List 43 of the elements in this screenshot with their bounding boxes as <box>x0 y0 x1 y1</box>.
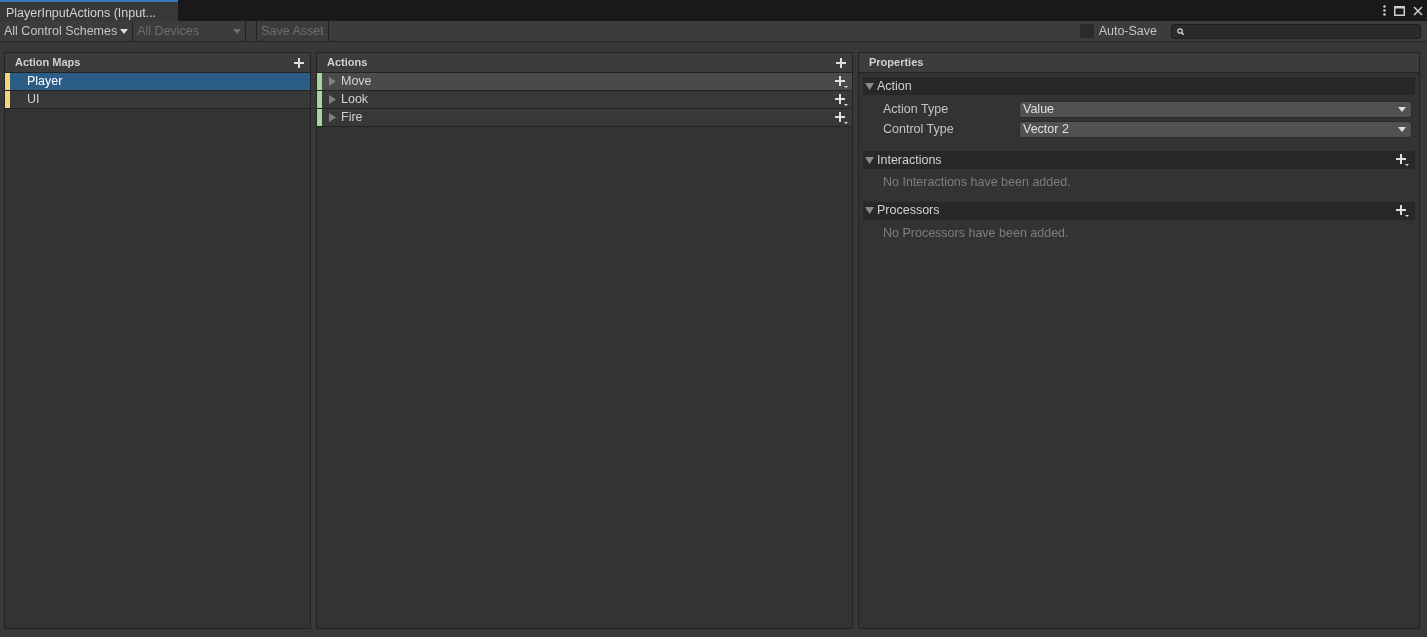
caret-icon[interactable] <box>120 28 129 34</box>
more-icon[interactable] <box>1383 5 1386 16</box>
field-label: Action Type <box>883 100 950 118</box>
add-dropdown-icon[interactable] <box>1396 204 1409 217</box>
empty-message: No Interactions have been added. <box>882 174 1072 191</box>
section-title: Action <box>877 77 912 95</box>
section-header[interactable]: Action <box>863 77 1415 95</box>
section-header[interactable]: Interactions <box>863 151 1415 169</box>
caret-icon[interactable] <box>1398 106 1406 112</box>
panel-title: Actions <box>327 55 368 71</box>
action-item[interactable]: Move <box>317 73 852 91</box>
panel-title: Action Maps <box>15 55 81 71</box>
add-icon[interactable] <box>836 57 846 68</box>
close-icon[interactable] <box>1413 5 1423 16</box>
expand-arrow-icon[interactable] <box>865 206 874 216</box>
section-header[interactable]: Processors <box>863 201 1415 220</box>
expand-arrow-icon[interactable] <box>328 95 337 104</box>
search-icon[interactable] <box>1177 27 1184 35</box>
action-item[interactable]: Look <box>317 91 852 109</box>
maximize-icon[interactable] <box>1394 5 1405 16</box>
caret-icon[interactable] <box>1398 126 1406 132</box>
action-item[interactable]: Fire <box>317 109 852 127</box>
expand-arrow-icon[interactable] <box>865 81 874 91</box>
window-tab[interactable]: PlayerInputActions (Input... <box>0 0 178 21</box>
add-icon[interactable] <box>294 57 304 68</box>
expand-arrow-icon[interactable] <box>865 155 874 165</box>
empty-message: No Processors have been added. <box>882 224 1070 242</box>
type-dropdown[interactable]: Value <box>1019 100 1412 118</box>
panel-title: Properties <box>869 55 924 71</box>
type-dropdown[interactable]: Vector 2 <box>1019 120 1412 138</box>
auto-save-label: Auto-Save <box>1098 22 1157 40</box>
add-dropdown-icon[interactable] <box>835 111 848 124</box>
add-dropdown-icon[interactable] <box>835 75 848 88</box>
add-dropdown-icon[interactable] <box>835 93 848 106</box>
section-title: Interactions <box>877 151 942 169</box>
expand-arrow-icon[interactable] <box>328 113 337 122</box>
field-label: Control Type <box>883 120 955 138</box>
search-field[interactable] <box>1171 23 1421 39</box>
action-map-item[interactable]: UI <box>5 91 310 109</box>
section-title: Processors <box>877 202 940 220</box>
action-map-item[interactable]: Player <box>5 73 310 91</box>
control-scheme-dropdown[interactable]: All Control Schemes <box>0 21 134 41</box>
add-dropdown-icon[interactable] <box>1396 154 1409 166</box>
